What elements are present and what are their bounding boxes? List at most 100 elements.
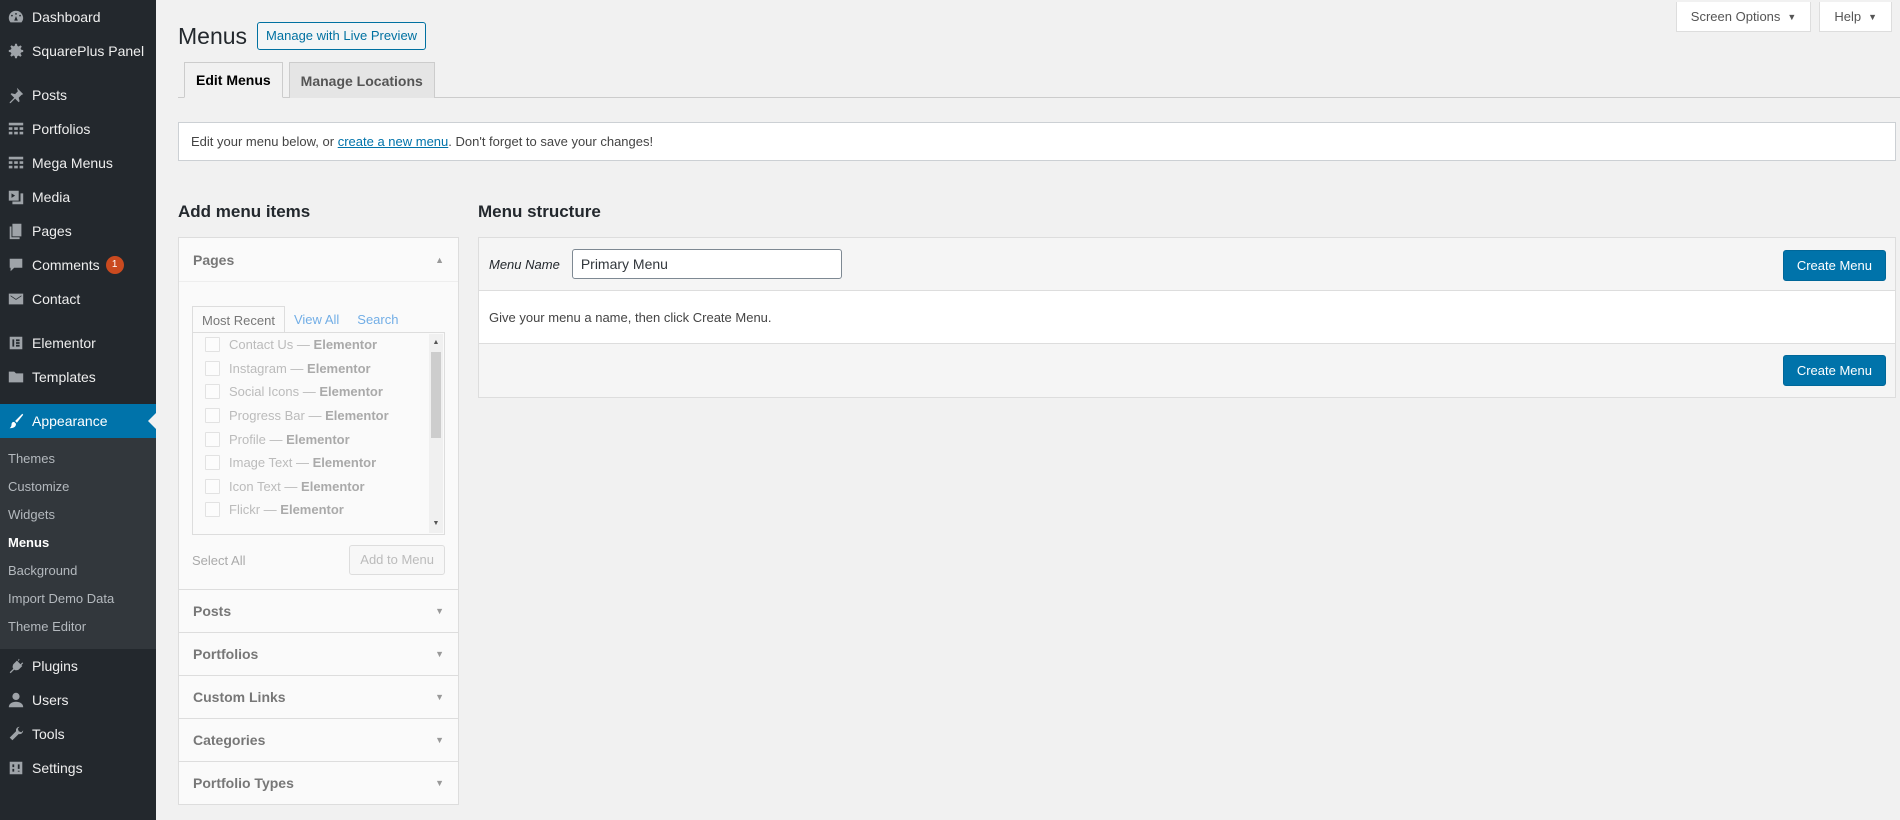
add-menu-items-accordion: Pages ▲ Most Recent View All Search Cont… [178, 237, 459, 805]
submenu-item-customize[interactable]: Customize [0, 473, 156, 501]
page-checklist-item[interactable]: Icon Text — Elementor [193, 475, 444, 499]
accordion-section-label: Portfolios [193, 646, 259, 662]
accordion-section-portfolios[interactable]: Portfolios ▼ [179, 632, 458, 675]
help-label: Help [1834, 9, 1862, 24]
sidebar-item-mega-menus[interactable]: Mega Menus [0, 146, 156, 180]
menu-structure-footer: Create Menu [479, 344, 1895, 397]
menu-structure-title: Menu structure [478, 202, 601, 221]
checklist-scrollbar[interactable]: ▲ ▼ [429, 334, 443, 533]
page-item-name: Social Icons [229, 384, 300, 400]
page-header: Menus Manage with Live Preview [178, 22, 427, 50]
caret-down-icon: ▼ [435, 649, 444, 659]
scroll-down-icon[interactable]: ▼ [429, 517, 443, 531]
page-checkbox[interactable] [205, 360, 220, 376]
folder-icon [6, 367, 26, 387]
page-checklist-item[interactable]: Social Icons — Elementor [193, 380, 444, 404]
submenu-item-widgets[interactable]: Widgets [0, 501, 156, 529]
accordion-section-categories[interactable]: Categories ▼ [179, 718, 458, 761]
page-checklist-item[interactable]: Flickr — Elementor [193, 498, 444, 522]
sidebar-item-squareplus-panel[interactable]: SquarePlus Panel [0, 34, 156, 68]
notice-text-before: Edit your menu below, or [191, 134, 335, 149]
accordion-section-custom-links[interactable]: Custom Links ▼ [179, 675, 458, 718]
page-item-name: Flickr [229, 502, 261, 518]
page-checklist-item[interactable]: Profile — Elementor [193, 427, 444, 451]
scroll-up-icon[interactable]: ▲ [429, 336, 443, 350]
page-checklist-item[interactable]: Contact Us — Elementor [193, 333, 444, 357]
screen-options-button[interactable]: Screen Options ▼ [1675, 2, 1812, 32]
appearance-submenu: Themes Customize Widgets Menus Backgroun… [0, 438, 156, 649]
caret-up-icon: ▲ [435, 254, 444, 265]
submenu-item-menus[interactable]: Menus [0, 529, 156, 557]
sidebar-item-pages[interactable]: Pages [0, 214, 156, 248]
sidebar-item-dashboard[interactable]: Dashboard [0, 0, 156, 34]
page-item-name: Image Text [229, 455, 293, 471]
sidebar-item-appearance[interactable]: Appearance [0, 404, 156, 438]
sidebar-item-templates[interactable]: Templates [0, 360, 156, 394]
accordion-section-label: Pages [193, 251, 235, 268]
sidebar-item-plugins[interactable]: Plugins [0, 649, 156, 683]
page-checkbox[interactable] [205, 502, 220, 518]
tab-view-all[interactable]: View All [285, 306, 348, 333]
scrollbar-thumb[interactable] [431, 352, 441, 438]
submenu-item-background[interactable]: Background [0, 557, 156, 585]
accordion-section-portfolio-types[interactable]: Portfolio Types ▼ [179, 761, 458, 804]
sidebar-item-media[interactable]: Media [0, 180, 156, 214]
page-checklist-item[interactable]: Progress Bar — Elementor [193, 404, 444, 428]
menu-name-input[interactable] [571, 249, 842, 279]
help-button[interactable]: Help ▼ [1819, 2, 1892, 32]
sidebar-item-label: Appearance [32, 413, 108, 429]
user-icon [6, 690, 26, 710]
manage-menus-notice: Edit your menu below, or create a new me… [178, 122, 1896, 161]
page-checkbox[interactable] [205, 478, 220, 494]
sidebar-item-tools[interactable]: Tools [0, 717, 156, 751]
sidebar-item-label: Elementor [32, 335, 96, 351]
admin-sidebar: Dashboard SquarePlus Panel Posts Portfol… [0, 0, 156, 820]
add-to-menu-button[interactable]: Add to Menu [349, 545, 445, 575]
create-menu-button-bottom[interactable]: Create Menu [1782, 355, 1886, 386]
page-checkbox[interactable] [205, 384, 220, 400]
sidebar-item-label: Dashboard [32, 9, 101, 25]
page-checklist-item[interactable]: Instagram — Elementor [193, 357, 444, 381]
page-item-name: Contact Us [229, 337, 294, 353]
page-checklist-item[interactable]: Image Text — Elementor [193, 451, 444, 475]
grid-icon [6, 119, 26, 139]
sidebar-item-label: Comments [32, 257, 100, 273]
page-item-type: Elementor [312, 455, 377, 471]
page-checkbox[interactable] [205, 431, 220, 447]
grid-icon [6, 153, 26, 173]
caret-down-icon: ▼ [435, 778, 444, 788]
sidebar-item-users[interactable]: Users [0, 683, 156, 717]
tab-manage-locations[interactable]: Manage Locations [288, 62, 435, 98]
tab-most-recent[interactable]: Most Recent [192, 306, 285, 333]
page-checkbox[interactable] [205, 337, 220, 353]
tab-search[interactable]: Search [348, 306, 407, 333]
submenu-item-theme-editor[interactable]: Theme Editor [0, 613, 156, 641]
page-checkbox[interactable] [205, 408, 220, 424]
create-menu-button-top[interactable]: Create Menu [1782, 250, 1886, 281]
sidebar-item-portfolios[interactable]: Portfolios [0, 112, 156, 146]
page-item-separator: — [280, 478, 302, 494]
page-item-separator: — [304, 408, 326, 424]
comment-icon [6, 255, 26, 275]
sidebar-item-elementor[interactable]: Elementor [0, 326, 156, 360]
gear-icon [6, 41, 26, 61]
accordion-section-pages[interactable]: Pages ▲ [179, 238, 458, 281]
sidebar-item-posts[interactable]: Posts [0, 78, 156, 112]
submenu-item-themes[interactable]: Themes [0, 445, 156, 473]
sidebar-item-settings[interactable]: Settings [0, 751, 156, 785]
tab-edit-menus[interactable]: Edit Menus [184, 62, 283, 98]
page-checkbox[interactable] [205, 455, 220, 471]
manage-live-preview-button[interactable]: Manage with Live Preview [257, 22, 427, 50]
sidebar-item-label: Portfolios [32, 121, 91, 137]
create-new-menu-link[interactable]: create a new menu [338, 134, 449, 149]
accordion-section-label: Custom Links [193, 689, 286, 705]
sidebar-item-contact[interactable]: Contact [0, 282, 156, 316]
submenu-item-import-demo-data[interactable]: Import Demo Data [0, 585, 156, 613]
pages-checklist: Contact Us — Elementor Instagram — Elemen… [192, 332, 445, 535]
accordion-section-posts[interactable]: Posts ▼ [179, 589, 458, 632]
media-icon [6, 187, 26, 207]
page-item-name: Profile [229, 431, 266, 447]
select-all-link[interactable]: Select All [192, 553, 245, 568]
caret-down-icon: ▼ [1787, 11, 1797, 22]
sidebar-item-comments[interactable]: Comments 1 [0, 248, 156, 282]
